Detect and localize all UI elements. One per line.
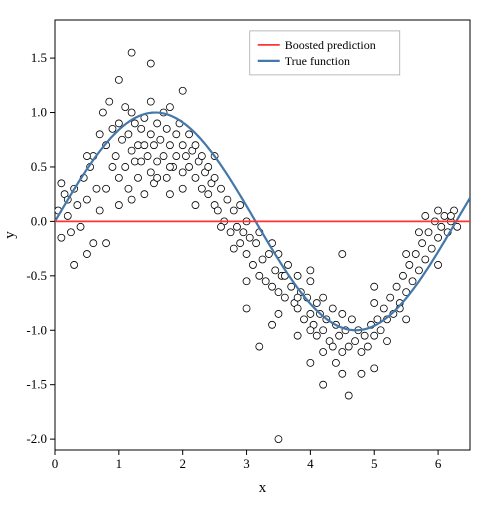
svg-text:True function: True function bbox=[285, 54, 350, 68]
svg-text:5: 5 bbox=[371, 456, 378, 471]
svg-text:-0.5: -0.5 bbox=[26, 268, 47, 283]
svg-text:1.5: 1.5 bbox=[31, 50, 47, 65]
svg-text:1.0: 1.0 bbox=[31, 105, 47, 120]
chart-svg: // Layout constants const margin = { top… bbox=[0, 0, 500, 500]
svg-text:6: 6 bbox=[435, 456, 442, 471]
svg-text:0: 0 bbox=[52, 456, 59, 471]
svg-text:1: 1 bbox=[116, 456, 123, 471]
svg-text:-1.5: -1.5 bbox=[26, 377, 47, 392]
svg-text:-1.0: -1.0 bbox=[26, 322, 47, 337]
svg-text:x: x bbox=[259, 480, 267, 496]
svg-text:-2.0: -2.0 bbox=[26, 431, 47, 446]
svg-text:Boosted prediction: Boosted prediction bbox=[285, 38, 376, 52]
svg-text:4: 4 bbox=[307, 456, 314, 471]
chart-container: // Layout constants const margin = { top… bbox=[0, 0, 500, 500]
svg-text:y: y bbox=[2, 231, 18, 239]
svg-text:0.5: 0.5 bbox=[31, 159, 47, 174]
svg-text:0.0: 0.0 bbox=[31, 213, 47, 228]
svg-text:3: 3 bbox=[243, 456, 250, 471]
svg-text:2: 2 bbox=[179, 456, 186, 471]
